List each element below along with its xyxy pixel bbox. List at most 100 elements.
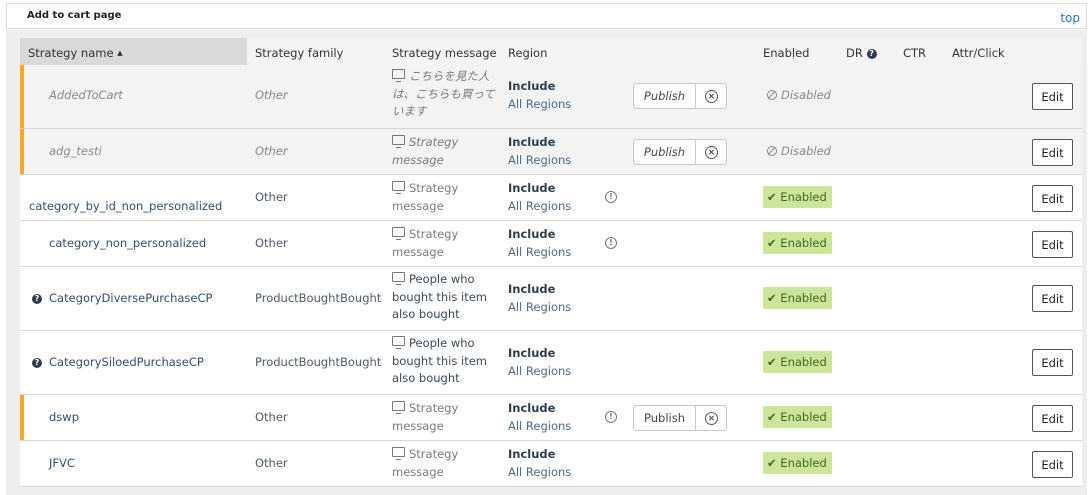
monitor-icon [392, 181, 405, 194]
region-mode: Include [508, 135, 556, 149]
question-circle-icon[interactable]: ? [32, 358, 42, 368]
x-circle-icon: ✕ [705, 412, 718, 425]
status-disabled: Disabled [767, 144, 831, 158]
pending-change-flag [20, 129, 24, 174]
status-label: Enabled [780, 410, 827, 424]
edit-button[interactable]: Edit [1032, 405, 1073, 432]
table-row: JFVC Other Strategy message Include All … [20, 441, 1082, 487]
publish-button[interactable]: Publish [633, 83, 696, 109]
table-row: AddedToCart Other こちらを見た人は、こちらも買っています In… [20, 65, 1082, 129]
strategy-message: People who bought this item also bought [392, 335, 500, 388]
strategy-message: Strategy message [392, 226, 500, 261]
strategy-name[interactable]: dswp [49, 410, 79, 424]
edit-button[interactable]: Edit [1032, 83, 1073, 110]
edit-button[interactable]: Edit [1032, 231, 1073, 258]
column-header-name-label: Strategy name [28, 46, 114, 60]
column-header-attr[interactable]: Attr/Click [952, 46, 1005, 60]
region-mode: Include [508, 79, 556, 93]
status-label: Disabled [781, 88, 831, 102]
status-enabled: ✔ Enabled [763, 186, 832, 208]
top-link[interactable]: top [1060, 11, 1080, 25]
region-mode: Include [508, 401, 556, 415]
exclamation-circle-icon[interactable]: ! [605, 411, 617, 423]
edit-button[interactable]: Edit [1032, 349, 1073, 376]
monitor-icon [392, 227, 405, 240]
region-value: All Regions [508, 199, 572, 213]
column-header-region[interactable]: Region [508, 46, 547, 60]
sort-asc-icon: ▲ [117, 49, 123, 57]
table-row: category_by_id_non_personalized Other St… [20, 175, 1082, 221]
exclamation-circle-icon[interactable]: ! [605, 191, 617, 203]
monitor-icon [392, 401, 405, 414]
publish-button[interactable]: Publish [633, 405, 696, 431]
strategy-name[interactable]: adg_testi [49, 144, 102, 158]
publish-group: Publish ✕ [633, 83, 727, 109]
page: Add to cart page top Strategy name ▲ Str… [0, 0, 1091, 495]
column-header-enabled[interactable]: Enabled [763, 46, 809, 60]
strategy-name[interactable]: JFVC [49, 456, 75, 470]
monitor-icon [392, 135, 405, 148]
region-mode: Include [508, 282, 556, 296]
strategy-message: こちらを見た人は、こちらも買っています [392, 68, 500, 121]
strategy-message: Strategy message [392, 400, 500, 435]
region-mode: Include [508, 181, 556, 195]
strategy-name[interactable]: category_non_personalized [49, 236, 206, 250]
edit-button[interactable]: Edit [1032, 185, 1073, 212]
publish-group: Publish ✕ [633, 405, 727, 431]
strategy-message-text: こちらを見た人は、こちらも買っています [392, 69, 495, 118]
dr-help-icon[interactable]: ? [866, 49, 877, 59]
check-icon: ✔ [767, 456, 777, 470]
strategy-name[interactable]: category_by_id_non_personalized [29, 199, 222, 213]
region-value: All Regions [508, 465, 572, 479]
table-header: Strategy name ▲ Strategy family Strategy… [20, 38, 1082, 65]
discard-button[interactable]: ✕ [696, 405, 727, 431]
strategy-family: Other [255, 236, 288, 250]
strategies-panel: Strategy name ▲ Strategy family Strategy… [6, 30, 1087, 495]
table-row: category_non_personalized Other Strategy… [20, 221, 1082, 267]
column-header-dr[interactable]: DR ? [846, 46, 877, 60]
status-label: Enabled [780, 456, 827, 470]
check-icon: ✔ [767, 410, 777, 424]
monitor-icon [392, 69, 405, 82]
strategy-family: ProductBoughtBought [255, 291, 382, 305]
edit-button[interactable]: Edit [1032, 451, 1073, 478]
strategy-name[interactable]: CategoryDiversePurchaseCP [49, 291, 212, 305]
region-value: All Regions [508, 153, 572, 167]
strategy-message-text: People who bought this item also bought [392, 272, 487, 321]
column-header-name[interactable]: Strategy name ▲ [20, 38, 247, 65]
strategy-family: Other [255, 190, 288, 204]
discard-button[interactable]: ✕ [696, 139, 727, 165]
strategy-name[interactable]: AddedToCart [49, 88, 123, 102]
discard-button[interactable]: ✕ [696, 83, 727, 109]
check-icon: ✔ [767, 190, 777, 204]
column-header-message[interactable]: Strategy message [392, 46, 497, 60]
page-header: Add to cart page top [6, 3, 1087, 29]
question-circle-icon[interactable]: ? [32, 294, 42, 304]
column-header-ctr[interactable]: CTR [903, 46, 926, 60]
monitor-icon [392, 272, 405, 285]
pending-change-flag [20, 65, 24, 128]
edit-button[interactable]: Edit [1032, 285, 1073, 312]
region-value: All Regions [508, 245, 572, 259]
status-label: Enabled [780, 291, 827, 305]
edit-button[interactable]: Edit [1032, 139, 1073, 166]
table-row: dswp Other Strategy message Include All … [20, 395, 1082, 441]
strategy-family: Other [255, 456, 288, 470]
status-enabled: ✔ Enabled [763, 452, 832, 474]
status-enabled: ✔ Enabled [763, 351, 832, 373]
publish-button[interactable]: Publish [633, 139, 696, 165]
status-label: Enabled [780, 355, 827, 369]
x-circle-icon: ✕ [705, 146, 718, 159]
column-header-family[interactable]: Strategy family [255, 46, 343, 60]
status-enabled: ✔ Enabled [763, 406, 832, 428]
status-label: Disabled [781, 144, 831, 158]
x-circle-icon: ✕ [705, 90, 718, 103]
page-title: Add to cart page [27, 10, 122, 21]
check-icon: ✔ [767, 355, 777, 369]
strategy-message: Strategy message [392, 134, 500, 169]
status-enabled: ✔ Enabled [763, 232, 832, 254]
exclamation-circle-icon[interactable]: ! [605, 237, 617, 249]
strategy-name[interactable]: CategorySiloedPurchaseCP [49, 355, 204, 369]
region-mode: Include [508, 227, 556, 241]
region-value: All Regions [508, 364, 572, 378]
